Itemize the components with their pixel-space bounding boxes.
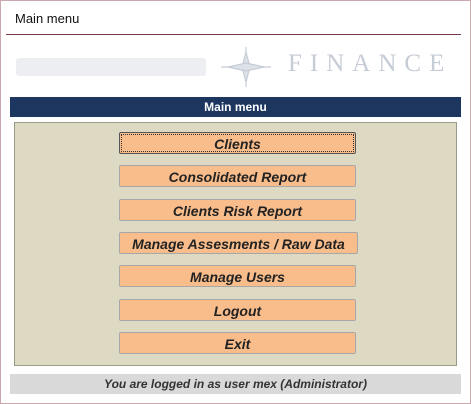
exit-button[interactable]: Exit bbox=[119, 332, 356, 354]
title-bar: Main menu bbox=[6, 6, 461, 35]
logout-button[interactable]: Logout bbox=[119, 299, 356, 321]
manage-assesments-button[interactable]: Manage Assesments / Raw Data bbox=[119, 232, 358, 254]
clients-risk-report-button[interactable]: Clients Risk Report bbox=[119, 199, 356, 221]
logo-faded-wordmark bbox=[16, 58, 206, 76]
clients-button[interactable]: Clients bbox=[119, 132, 356, 154]
compass-star-icon bbox=[221, 47, 271, 87]
main-menu-header: Main menu bbox=[10, 97, 461, 117]
login-status: You are logged in as user mex (Administr… bbox=[10, 374, 461, 394]
menu-panel: Clients Consolidated Report Clients Risk… bbox=[14, 122, 457, 366]
window-title: Main menu bbox=[15, 11, 80, 26]
logo-wordmark: FINANCE bbox=[288, 50, 453, 77]
manage-users-button[interactable]: Manage Users bbox=[119, 265, 356, 287]
consolidated-report-button[interactable]: Consolidated Report bbox=[119, 165, 356, 187]
